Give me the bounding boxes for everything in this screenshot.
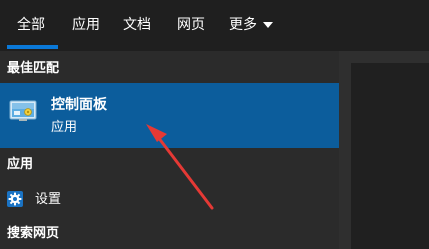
- tab-web[interactable]: 网页: [177, 15, 205, 35]
- tab-more-label: 更多: [229, 17, 257, 33]
- search-tab-bar: 全部 应用 文档 网页 更多: [0, 0, 429, 51]
- preview-panel: [351, 63, 429, 249]
- tab-more[interactable]: 更多: [229, 15, 273, 35]
- caret-down-icon: [263, 22, 273, 28]
- gear-icon: [7, 191, 23, 207]
- section-best-match: 最佳匹配: [7, 61, 60, 76]
- tab-documents[interactable]: 文档: [123, 15, 151, 35]
- tab-all[interactable]: 全部: [17, 15, 45, 35]
- section-apps: 应用: [7, 157, 34, 172]
- best-match-title: 控制面板: [51, 97, 107, 113]
- tab-apps[interactable]: 应用: [72, 15, 100, 35]
- best-match-subtitle: 应用: [51, 120, 78, 135]
- section-web-search: 搜索网页: [7, 226, 60, 241]
- best-match-control-panel[interactable]: 控制面板 应用: [0, 83, 339, 148]
- preview-pane: [339, 51, 429, 249]
- app-item-settings-label: 设置: [35, 192, 62, 207]
- app-item-settings[interactable]: 设置: [0, 187, 339, 213]
- control-panel-icon: [9, 100, 37, 121]
- active-tab-indicator: [7, 45, 58, 49]
- results-pane: [0, 51, 339, 249]
